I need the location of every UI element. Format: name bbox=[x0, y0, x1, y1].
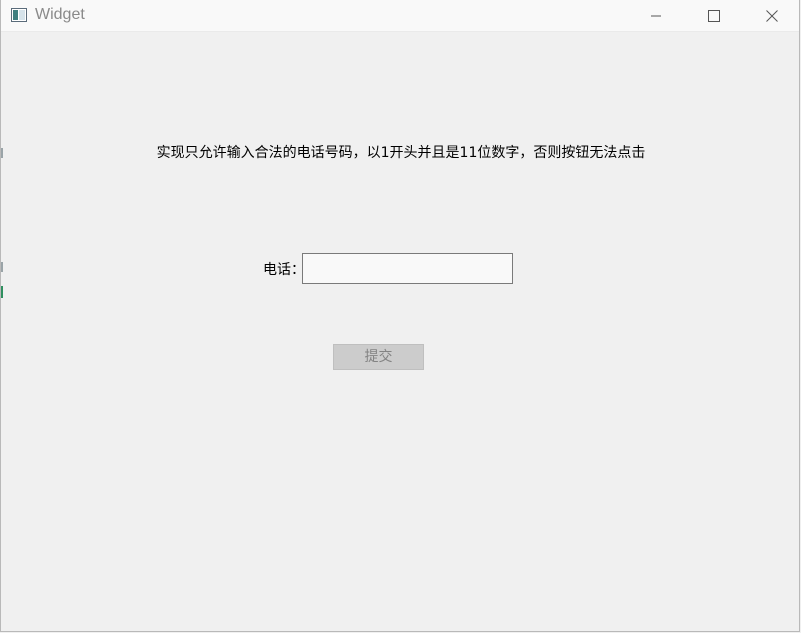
app-window-icon bbox=[11, 7, 27, 22]
left-edge-mark bbox=[1, 262, 3, 272]
minimize-icon bbox=[651, 15, 661, 16]
left-edge-mark bbox=[1, 148, 3, 158]
maximize-button[interactable] bbox=[691, 0, 737, 31]
submit-button[interactable]: 提交 bbox=[333, 344, 424, 370]
instruction-text: 实现只允许输入合法的电话号码，以1开头并且是11位数字，否则按钮无法点击 bbox=[156, 145, 646, 161]
close-icon bbox=[766, 9, 778, 22]
window-title: Widget bbox=[35, 6, 85, 23]
left-edge-mark bbox=[1, 286, 3, 298]
close-button[interactable] bbox=[749, 0, 795, 31]
maximize-icon bbox=[708, 9, 720, 22]
title-bar[interactable]: Widget bbox=[1, 0, 799, 32]
app-window: Widget 实现只允许输入合法的电话号码，以1开头并且是11位数字，否则按钮无… bbox=[0, 0, 800, 632]
phone-label: 电话： bbox=[263, 262, 305, 278]
minimize-button[interactable] bbox=[633, 0, 679, 31]
phone-input[interactable] bbox=[302, 253, 513, 284]
